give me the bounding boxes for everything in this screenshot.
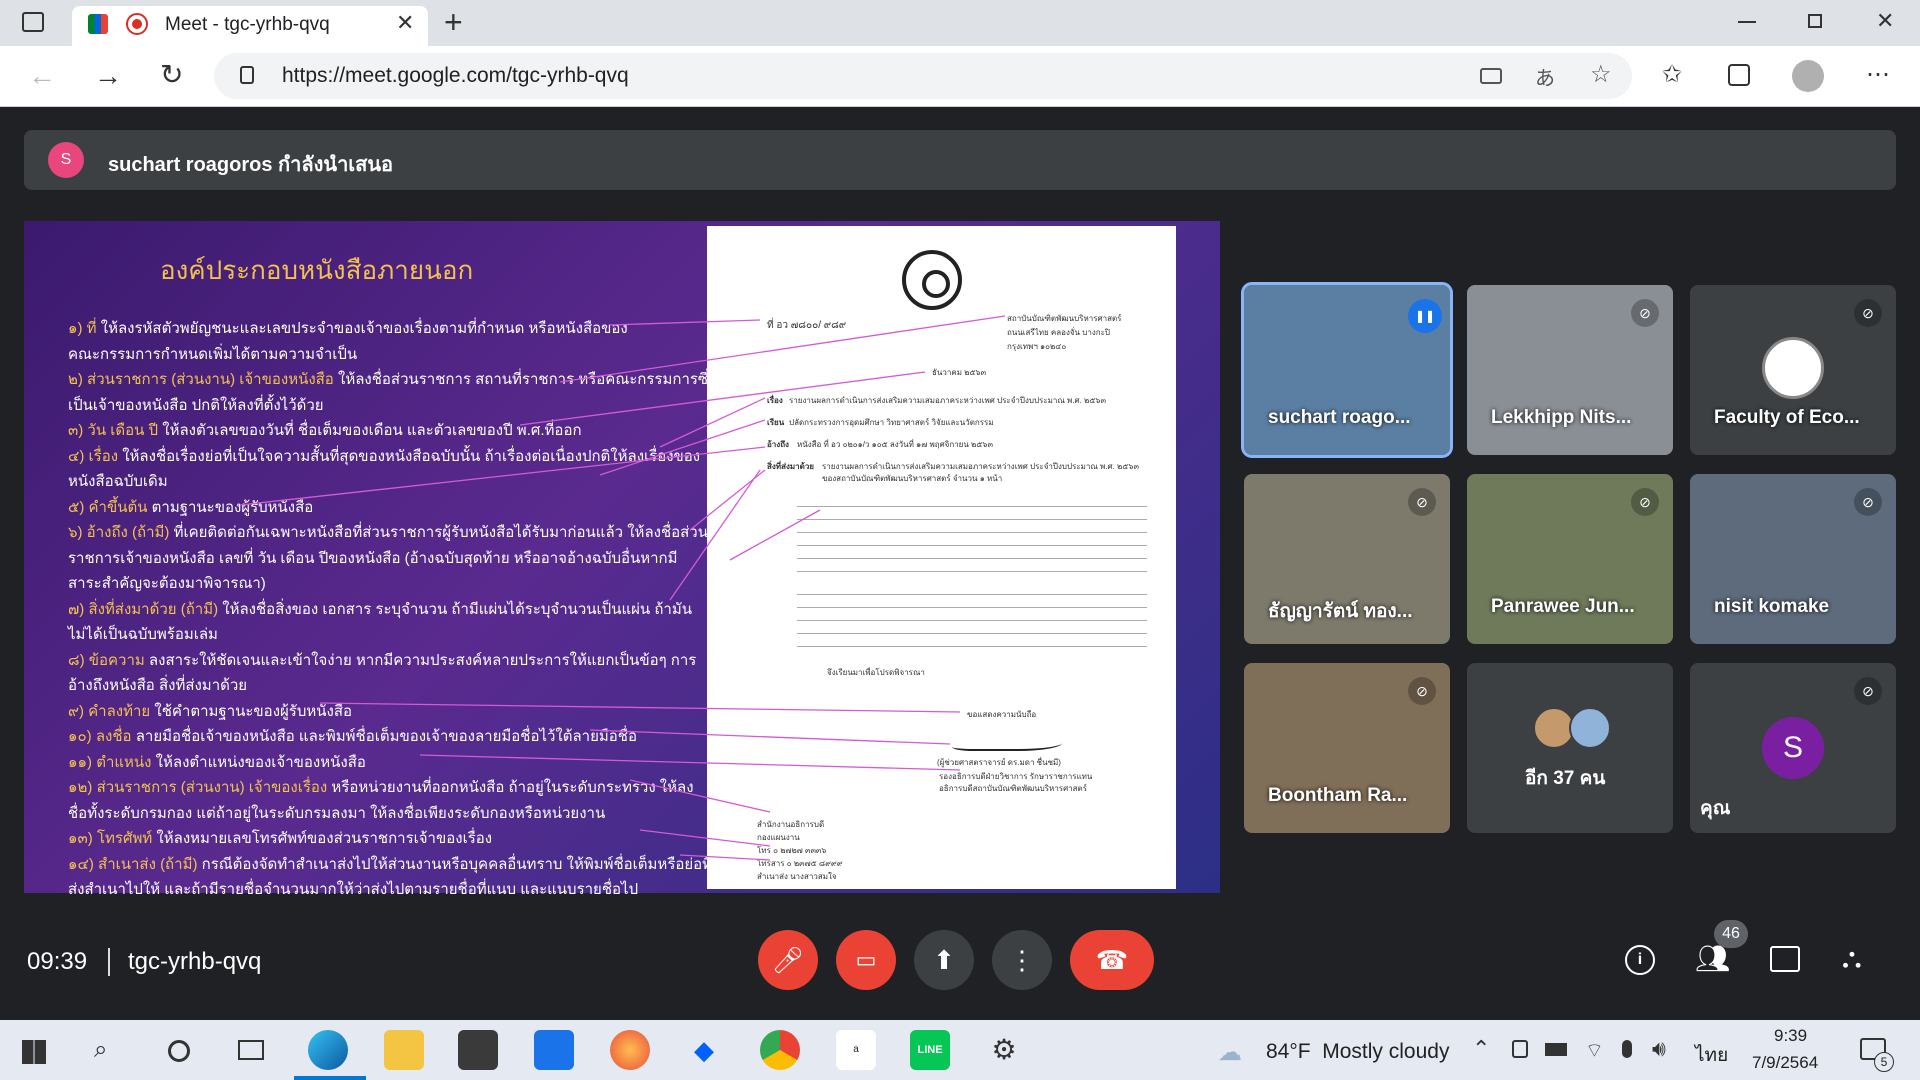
firefox-icon[interactable]	[610, 1030, 650, 1070]
arrow-14	[639, 829, 771, 847]
mic-off-button[interactable]: 🎤︎	[758, 930, 818, 990]
arrow-6	[239, 446, 766, 506]
line-icon[interactable]: LINE	[910, 1030, 950, 1070]
taskbar	[0, 1020, 1920, 1080]
favorites-icon[interactable]: ✩	[1662, 60, 1682, 89]
active-app-indicator	[294, 1076, 366, 1080]
notification-count: 5	[1874, 1052, 1894, 1072]
file-explorer-icon[interactable]	[384, 1030, 424, 1070]
camera-off-button[interactable]: ▭	[836, 930, 896, 990]
participant-name: nisit komake	[1714, 596, 1830, 617]
participant-tile[interactable]	[1467, 663, 1673, 833]
arrow-13	[629, 779, 771, 813]
cortana-icon[interactable]	[168, 1040, 190, 1062]
edge-icon[interactable]	[308, 1030, 348, 1070]
arrow-12	[419, 754, 961, 771]
arrow-1	[609, 319, 761, 326]
participant-name: ธัญญารัตน์ ทอง...	[1268, 601, 1413, 622]
close-window-icon[interactable]: ✕	[1876, 8, 1894, 34]
amazon-icon[interactable]: a	[836, 1030, 876, 1070]
weather-icon[interactable]: ☁	[1218, 1038, 1242, 1067]
participant-name: Faculty of Eco...	[1714, 407, 1860, 428]
arrow-15	[679, 854, 771, 861]
activities-icon[interactable]: ⛬	[1842, 942, 1862, 975]
more-options-button[interactable]: ⋮	[992, 930, 1052, 990]
muted-mic-icon: ⊘	[1631, 488, 1659, 516]
search-icon[interactable]: ⌕	[94, 1036, 107, 1064]
arrow-10	[319, 702, 961, 713]
wifi-icon[interactable]: ⌔	[1585, 1038, 1604, 1063]
tray-meet-icon[interactable]	[1512, 1040, 1528, 1058]
microphone-icon[interactable]	[1622, 1040, 1632, 1058]
muted-mic-icon: ⊘	[1854, 488, 1882, 516]
participant-name: Panrawee Jun...	[1491, 596, 1635, 617]
meeting-code: tgc-yrhb-qvq	[128, 948, 262, 975]
muted-mic-icon: ⊘	[1631, 299, 1659, 327]
volume-icon[interactable]: 🔊︎	[1652, 1036, 1666, 1062]
dropbox-icon[interactable]: ◆	[684, 1030, 724, 1070]
tray-chevron-icon[interactable]: ⌃	[1472, 1036, 1490, 1062]
participant-name: อีก 37 คน	[1525, 768, 1606, 789]
collections-icon[interactable]	[1728, 64, 1750, 86]
chat-icon[interactable]	[1770, 946, 1800, 972]
arrow-3	[519, 371, 926, 426]
participant-name: suchart roago...	[1268, 407, 1411, 428]
arrow-11	[589, 729, 951, 745]
faculty-logo-icon	[1762, 337, 1824, 399]
minimize-icon[interactable]	[1738, 21, 1756, 23]
slide-arrows	[239, 315, 1006, 861]
muted-mic-icon: ⊘	[1854, 299, 1882, 327]
muted-mic-icon: ⊘	[1854, 677, 1882, 705]
mail-icon[interactable]	[534, 1030, 574, 1070]
weather-text[interactable]: 84°F Mostly cloudy	[1266, 1040, 1449, 1064]
participant-count-badge: 46	[1714, 920, 1748, 948]
speaking-indicator-icon: ❚❚	[1408, 299, 1442, 333]
add-favorite-icon[interactable]: ☆	[1590, 60, 1612, 89]
battery-icon[interactable]	[1545, 1043, 1567, 1056]
self-avatar: S	[1762, 717, 1824, 779]
leave-call-button[interactable]: ☎	[1070, 930, 1154, 990]
participant-name: Boontham Ra...	[1268, 785, 1408, 806]
store-icon[interactable]	[458, 1030, 498, 1070]
arrow-2	[559, 315, 1006, 383]
meeting-time: 09:39	[27, 948, 88, 975]
participant-name: คุณ	[1700, 798, 1731, 819]
windows-start-icon[interactable]	[22, 1040, 46, 1064]
present-screen-button[interactable]: ⬆	[914, 930, 974, 990]
translate-icon[interactable]: あ	[1535, 62, 1555, 91]
participant-name: Lekkhipp Nits...	[1491, 407, 1632, 428]
info-icon[interactable]: i	[1625, 945, 1655, 975]
more-menu-icon[interactable]: ⋯	[1866, 60, 1890, 89]
profile-avatar[interactable]	[1792, 60, 1824, 92]
language-indicator[interactable]: ไทย	[1695, 1040, 1728, 1070]
arrow-9	[729, 509, 821, 561]
muted-mic-icon: ⊘	[1408, 488, 1436, 516]
task-view-icon[interactable]	[238, 1040, 264, 1060]
camera-in-use-icon[interactable]	[1480, 68, 1502, 84]
arrow-4	[659, 397, 766, 448]
clock-date[interactable]: 7/9/2564	[1752, 1053, 1818, 1073]
arrow-8	[669, 469, 761, 601]
muted-mic-icon: ⊘	[1408, 677, 1436, 705]
settings-icon[interactable]: ⚙	[984, 1030, 1024, 1070]
arrow-5	[599, 419, 766, 476]
mini-avatar	[1569, 707, 1611, 749]
maximize-icon[interactable]	[1808, 14, 1822, 28]
divider	[108, 948, 110, 976]
clock-time[interactable]: 9:39	[1774, 1026, 1807, 1046]
chrome-icon[interactable]	[760, 1030, 800, 1070]
